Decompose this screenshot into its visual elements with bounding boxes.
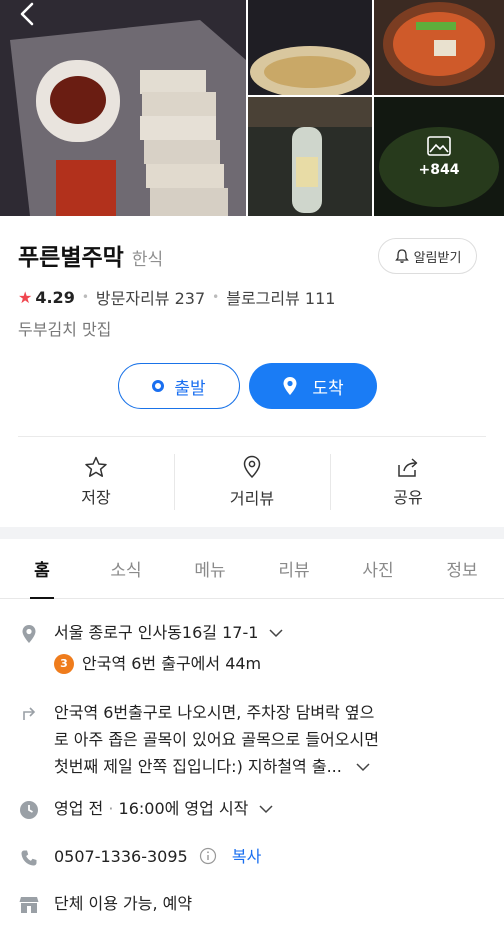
tab-news[interactable]: 소식 (84, 539, 168, 598)
directions-line: 첫번째 제일 안쪽 집입니다:) 지하철역 출... (54, 757, 342, 776)
separator-dot: · (108, 799, 119, 818)
more-photos-count: +844 (418, 161, 460, 178)
tab-info[interactable]: 정보 (420, 539, 504, 598)
main-photo[interactable] (0, 0, 246, 216)
arrive-label: 도착 (312, 378, 344, 399)
facilities-row: 단체 이용 가능, 예약 (18, 892, 192, 916)
photo-thumbnail[interactable] (248, 97, 372, 216)
subway-line-badge: 3 (54, 654, 74, 674)
chevron-down-icon[interactable] (258, 804, 274, 814)
origin-dot-icon (152, 380, 165, 392)
photo-gallery[interactable]: +844 (0, 0, 504, 216)
more-photos-overlay[interactable]: +844 (374, 97, 504, 216)
store-icon (18, 894, 40, 916)
phone-icon (18, 847, 40, 869)
hours-status: 영업 전 (54, 799, 104, 818)
chevron-down-icon[interactable] (268, 628, 284, 638)
copy-button[interactable]: 복사 (232, 847, 261, 866)
phone-number: 0507-1336-3095 (54, 847, 188, 866)
title-row: 푸른별주막 한식 (18, 238, 163, 272)
depart-label: 출발 (174, 378, 206, 399)
share-button[interactable]: 공유 (330, 452, 486, 512)
blog-reviews-link[interactable]: 블로그리뷰 111 (226, 285, 335, 309)
tab-bar: 홈 소식 메뉴 리뷰 사진 정보 (0, 539, 504, 599)
street-view-button[interactable]: 거리뷰 (174, 452, 330, 512)
share-label: 공유 (393, 488, 423, 507)
depart-button[interactable]: 출발 (118, 363, 240, 409)
star-outline-icon (85, 456, 107, 477)
phone-row[interactable]: 0507-1336-3095 복사 (18, 845, 261, 869)
visitor-reviews-link[interactable]: 방문자리뷰 237 (96, 285, 205, 309)
rating-row: ★ 4.29 • 방문자리뷰 237 • 블로그리뷰 111 (18, 285, 335, 309)
save-label: 저장 (81, 488, 111, 507)
photo-thumbnail[interactable] (248, 0, 372, 95)
chevron-down-icon[interactable] (355, 762, 371, 772)
info-circle-icon[interactable] (199, 847, 217, 865)
star-icon: ★ (18, 287, 33, 307)
tab-reviews[interactable]: 리뷰 (252, 539, 336, 598)
address-text: 서울 종로구 인사동16길 17-1 (54, 623, 259, 642)
save-button[interactable]: 저장 (18, 452, 174, 512)
place-description: 두부김치 맛집 (18, 320, 112, 339)
chevron-left-icon (20, 2, 34, 26)
location-pin-icon (283, 377, 297, 395)
tab-photos[interactable]: 사진 (336, 539, 420, 598)
tab-home[interactable]: 홈 (0, 539, 84, 599)
subway-distance: 안국역 6번 출구에서 44m (82, 654, 262, 673)
notify-button[interactable]: 알림받기 (378, 238, 477, 274)
address-row[interactable]: 서울 종로구 인사동16길 17-1 (18, 621, 284, 645)
separator-dot: • (212, 290, 220, 304)
turn-arrow-icon (18, 701, 40, 723)
share-icon (398, 458, 418, 477)
place-name: 푸른별주막 (18, 245, 124, 271)
hours-row[interactable]: 영업 전 · 16:00에 영업 시작 (18, 797, 274, 821)
street-view-label: 거리뷰 (229, 489, 275, 508)
action-row: 저장 거리뷰 공유 (18, 452, 486, 512)
tab-menu[interactable]: 메뉴 (168, 539, 252, 598)
directions-row[interactable]: 안국역 6번출구로 나오시면, 주차장 담벼락 옆으 로 아주 좁은 골목이 있… (18, 699, 468, 780)
divider (18, 436, 486, 437)
map-pin-outline-icon (243, 455, 261, 479)
clock-icon (18, 799, 40, 821)
place-category: 한식 (131, 250, 164, 270)
directions-line: 안국역 6번출구로 나오시면, 주차장 담벼락 옆으 (54, 703, 375, 722)
rating-score: 4.29 (35, 287, 75, 307)
arrive-button[interactable]: 도착 (249, 363, 377, 409)
back-button[interactable] (14, 2, 42, 26)
section-separator (0, 527, 504, 539)
directions-line: 로 아주 좁은 골목이 있어요 골목으로 들어오시면 (54, 730, 379, 749)
separator-dot: • (81, 290, 89, 304)
hours-detail: 16:00에 영업 시작 (118, 799, 249, 818)
subway-row: 3 안국역 6번 출구에서 44m (18, 652, 261, 676)
location-pin-icon (18, 623, 40, 645)
notify-label: 알림받기 (413, 250, 462, 266)
photo-thumbnail[interactable] (374, 0, 504, 95)
facilities-text: 단체 이용 가능, 예약 (54, 894, 193, 913)
bell-plus-icon (394, 249, 409, 263)
gallery-icon (427, 135, 451, 156)
